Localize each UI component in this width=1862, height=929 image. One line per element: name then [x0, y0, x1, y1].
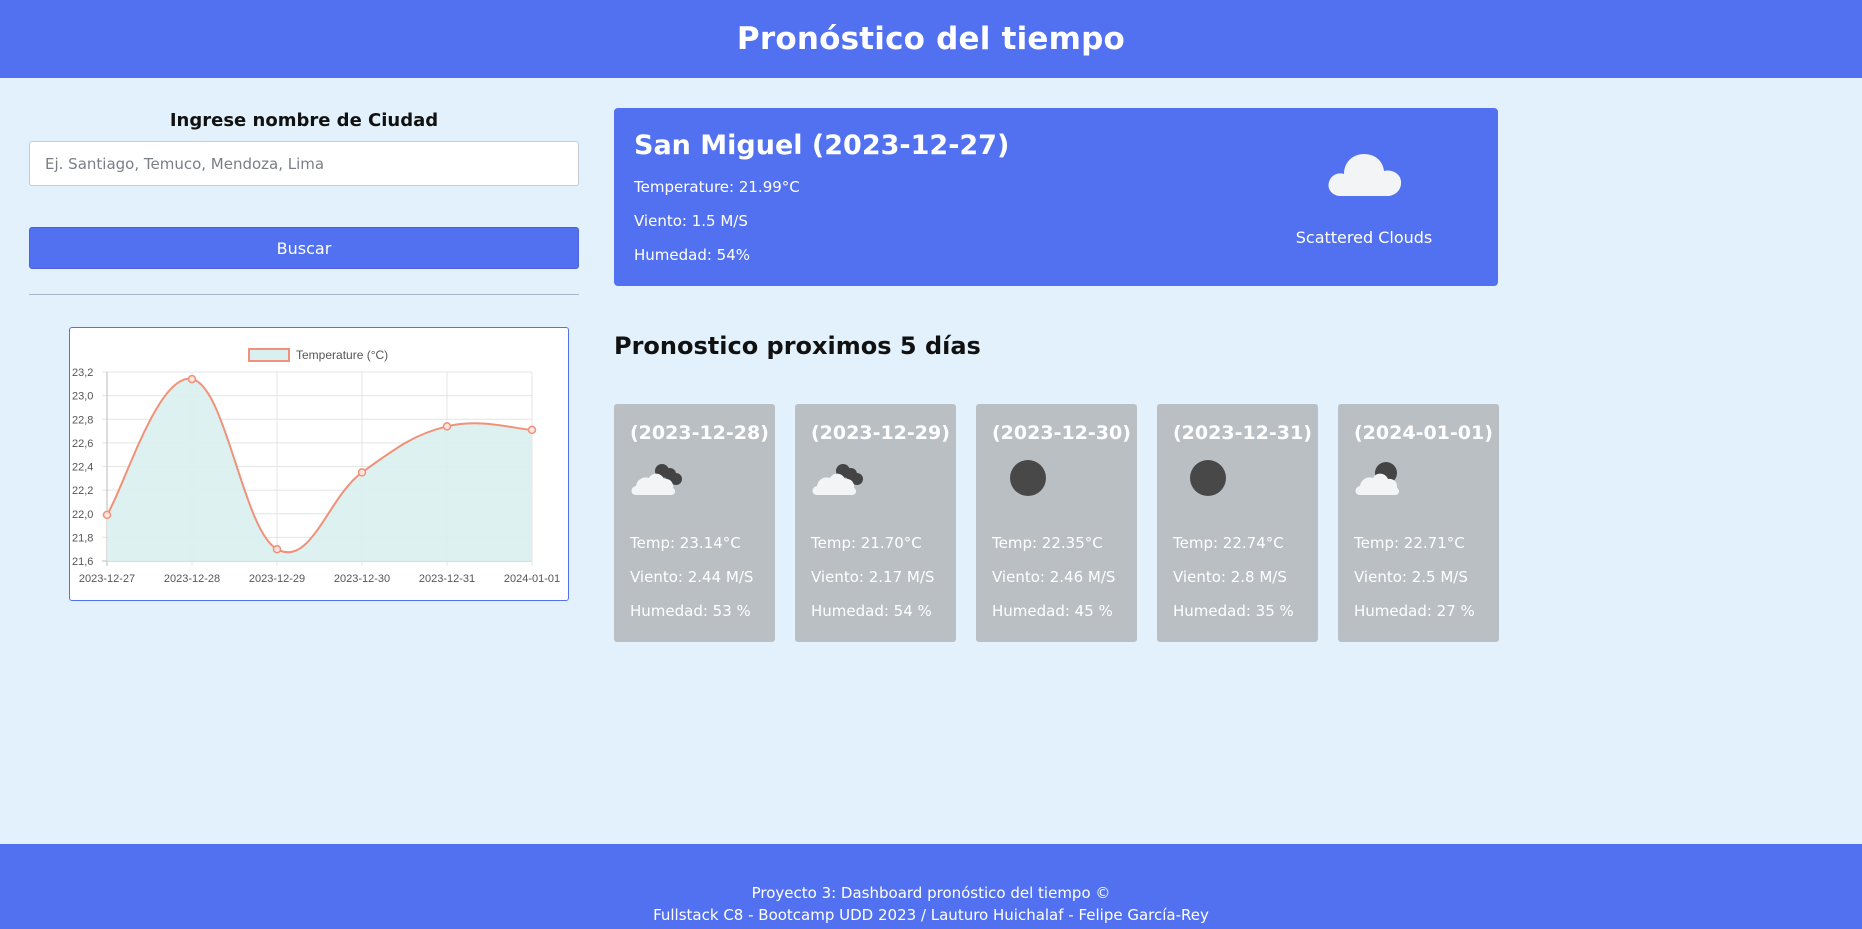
- moon-icon: [992, 459, 1048, 503]
- data-point: [442, 422, 452, 431]
- forecast-card: (2023-12-30) Temp: 22.35°C Viento: 2.46 …: [976, 404, 1137, 642]
- footer-project-line: Proyecto 3: Dashboard pronóstico del tie…: [751, 884, 1111, 902]
- current-description: Scattered Clouds: [1295, 228, 1433, 247]
- forecast-wind: Viento: 2.8 M/S: [1173, 568, 1287, 586]
- moon-icon: [1173, 459, 1229, 503]
- forecast-card: (2024-01-01) Temp: 22.71°C Viento: 2.5 M…: [1338, 404, 1499, 642]
- cloud-night-icon: [630, 459, 686, 503]
- y-tick-label: 22,8: [72, 414, 93, 426]
- forecast-temp: Temp: 21.70°C: [811, 534, 922, 552]
- x-tick-label: 2023-12-28: [164, 573, 220, 585]
- forecast-card: (2023-12-31) Temp: 22.74°C Viento: 2.8 M…: [1157, 404, 1318, 642]
- y-tick-label: 22,2: [72, 485, 93, 497]
- y-tick-label: 22,6: [72, 438, 93, 450]
- forecast-temp: Temp: 22.74°C: [1173, 534, 1284, 552]
- search-panel: Ingrese nombre de Ciudad Buscar: [29, 78, 579, 295]
- page-title: Pronóstico del tiempo: [736, 21, 1126, 57]
- x-tick-label: 2023-12-27: [79, 573, 135, 585]
- y-tick-label: 23,2: [72, 367, 93, 379]
- divider: [29, 294, 579, 295]
- forecast-date: (2023-12-28): [630, 422, 769, 444]
- forecast-wind: Viento: 2.17 M/S: [811, 568, 935, 586]
- cloud-night-icon: [811, 459, 867, 503]
- forecast-wind: Viento: 2.46 M/S: [992, 568, 1116, 586]
- current-wind: Viento: 1.5 M/S: [634, 212, 748, 230]
- forecast-temp: Temp: 22.35°C: [992, 534, 1103, 552]
- page-footer: Proyecto 3: Dashboard pronóstico del tie…: [0, 844, 1862, 929]
- forecast-wind: Viento: 2.5 M/S: [1354, 568, 1468, 586]
- forecast-card: (2023-12-29) Temp: 21.70°C Viento: 2.17 …: [795, 404, 956, 642]
- forecast-date: (2023-12-31): [1173, 422, 1312, 444]
- forecast-temp: Temp: 23.14°C: [630, 534, 741, 552]
- forecast-wind: Viento: 2.44 M/S: [630, 568, 754, 586]
- legend-swatch: [248, 348, 290, 362]
- forecast-card: (2023-12-28) Temp: 23.14°C Viento: 2.44 …: [614, 404, 775, 642]
- temperature-chart: 21,6 21,8 22,0 22,2 22,4 22,6 22,8 23,0 23,2 2023…: [69, 327, 569, 601]
- legend-label: Temperature (°C): [296, 348, 388, 362]
- y-tick-label: 22,4: [72, 462, 93, 474]
- current-weather-card: San Miguel (2023-12-27) Temperature: 21.…: [614, 108, 1498, 286]
- y-tick-label: 21,8: [72, 532, 93, 544]
- x-tick-label: 2024-01-01: [504, 573, 560, 585]
- data-point: [102, 510, 112, 520]
- x-tick-label: 2023-12-30: [334, 573, 390, 585]
- forecast-date: (2024-01-01): [1354, 422, 1493, 444]
- forecast-date: (2023-12-29): [811, 422, 950, 444]
- forecast-temp: Temp: 22.71°C: [1354, 534, 1465, 552]
- footer-credits-line: Fullstack C8 - Bootcamp UDD 2023 / Lautu…: [653, 906, 1209, 924]
- forecast-humidity: Humedad: 53 %: [630, 602, 751, 620]
- current-humidity: Humedad: 54%: [634, 246, 751, 264]
- data-point: [527, 425, 537, 435]
- x-tick-label: 2023-12-31: [419, 573, 475, 585]
- cloud-icon: [1327, 148, 1403, 202]
- data-point: [357, 468, 367, 477]
- city-search-input[interactable]: [29, 141, 579, 186]
- data-point: [187, 374, 197, 384]
- x-tick-label: 2023-12-29: [249, 573, 305, 585]
- y-tick-label: 23,0: [72, 391, 93, 403]
- current-city-title: San Miguel (2023-12-27): [634, 130, 1010, 161]
- forecast-humidity: Humedad: 27 %: [1354, 602, 1475, 620]
- search-label: Ingrese nombre de Ciudad: [169, 110, 439, 131]
- forecast-humidity: Humedad: 54 %: [811, 602, 932, 620]
- forecast-humidity: Humedad: 35 %: [1173, 602, 1294, 620]
- forecast-humidity: Humedad: 45 %: [992, 602, 1113, 620]
- cloud-moon-icon: [1354, 459, 1410, 503]
- chart-svg: 21,6 21,8 22,0 22,2 22,4 22,6 22,8 23,0 23,2 2023…: [72, 348, 560, 585]
- y-tick-label: 21,6: [72, 556, 93, 568]
- current-temperature: Temperature: 21.99°C: [634, 178, 800, 196]
- app-header: Pronóstico del tiempo: [0, 0, 1862, 78]
- search-button[interactable]: Buscar: [29, 227, 579, 269]
- data-point: [272, 544, 282, 554]
- forecast-title: Pronostico proximos 5 días: [614, 332, 981, 360]
- series-area: [107, 378, 532, 561]
- forecast-date: (2023-12-30): [992, 422, 1131, 444]
- y-tick-label: 22,0: [72, 509, 93, 521]
